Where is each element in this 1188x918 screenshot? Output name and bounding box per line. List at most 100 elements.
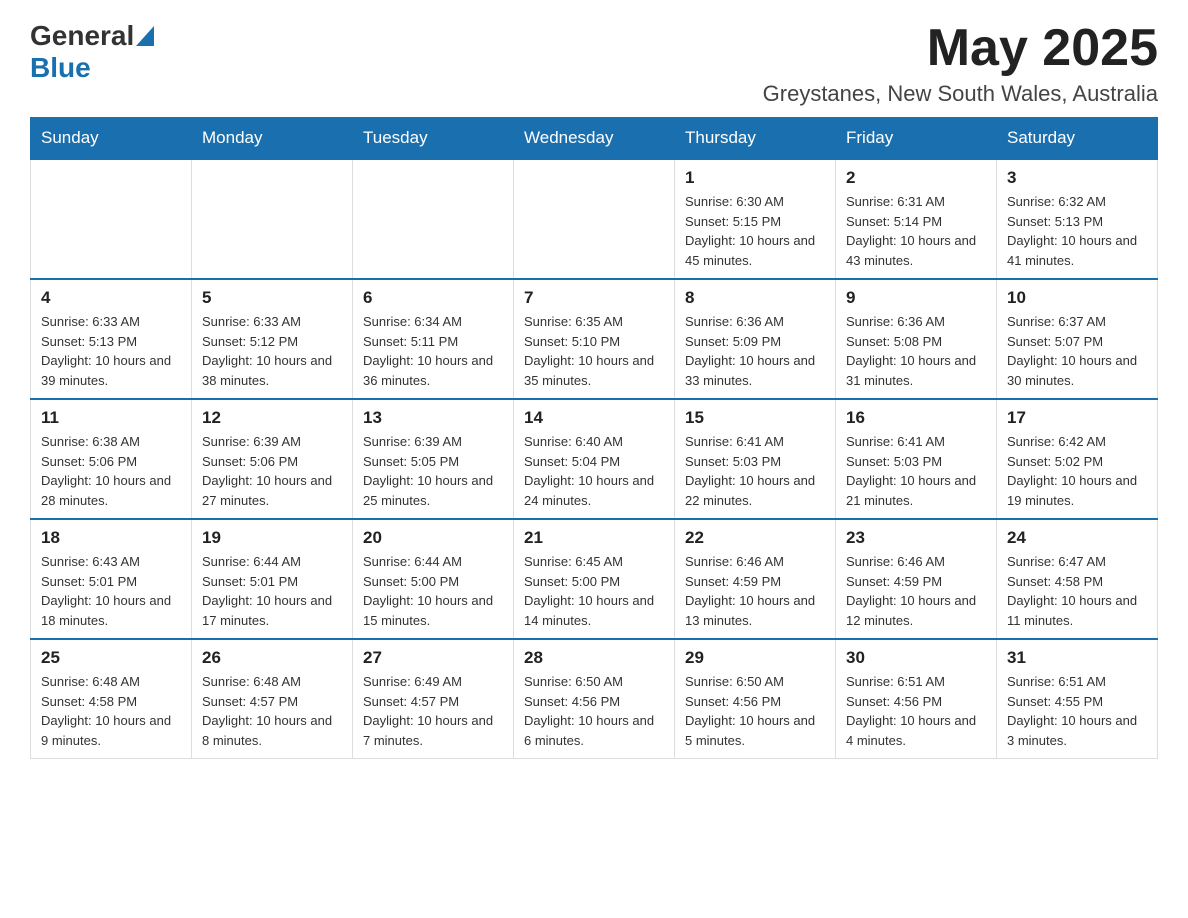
day-info: Sunrise: 6:39 AM Sunset: 5:05 PM Dayligh… [363, 432, 503, 510]
table-row: 21 Sunrise: 6:45 AM Sunset: 5:00 PM Dayli… [514, 519, 675, 639]
day-number: 4 [41, 288, 181, 308]
day-number: 3 [1007, 168, 1147, 188]
day-info: Sunrise: 6:40 AM Sunset: 5:04 PM Dayligh… [524, 432, 664, 510]
day-info: Sunrise: 6:48 AM Sunset: 4:57 PM Dayligh… [202, 672, 342, 750]
logo-triangle-icon [136, 26, 154, 46]
table-row: 3Sunrise: 6:32 AM Sunset: 5:13 PM Daylig… [997, 159, 1158, 279]
day-number: 23 [846, 528, 986, 548]
day-info: Sunrise: 6:49 AM Sunset: 4:57 PM Dayligh… [363, 672, 503, 750]
table-row: 17Sunrise: 6:42 AM Sunset: 5:02 PM Dayli… [997, 399, 1158, 519]
header-tuesday: Tuesday [353, 118, 514, 160]
day-info: Sunrise: 6:45 AM Sunset: 5:00 PM Dayligh… [524, 552, 664, 630]
table-row: 24Sunrise: 6:47 AM Sunset: 4:58 PM Dayli… [997, 519, 1158, 639]
header-sunday: Sunday [31, 118, 192, 160]
day-number: 16 [846, 408, 986, 428]
day-info: Sunrise: 6:39 AM Sunset: 5:06 PM Dayligh… [202, 432, 342, 510]
day-number: 12 [202, 408, 342, 428]
day-number: 6 [363, 288, 503, 308]
calendar-week-row: 18 Sunrise: 6:43 AM Sunset: 5:01 PM Dayli… [31, 519, 1158, 639]
day-info: Sunrise: 6:30 AM Sunset: 5:15 PM Dayligh… [685, 192, 825, 270]
table-row: 9 Sunrise: 6:36 AM Sunset: 5:08 PM Daylig… [836, 279, 997, 399]
day-number: 29 [685, 648, 825, 668]
month-year-title: May 2025 [763, 20, 1158, 77]
day-info: Sunrise: 6:38 AM Sunset: 5:06 PM Dayligh… [41, 432, 181, 510]
day-info: Sunrise: 6:47 AM Sunset: 4:58 PM Dayligh… [1007, 552, 1147, 630]
day-info: Sunrise: 6:37 AM Sunset: 5:07 PM Dayligh… [1007, 312, 1147, 390]
table-row: 1 Sunrise: 6:30 AM Sunset: 5:15 PM Daylig… [675, 159, 836, 279]
day-number: 28 [524, 648, 664, 668]
table-row: 22Sunrise: 6:46 AM Sunset: 4:59 PM Dayli… [675, 519, 836, 639]
day-info: Sunrise: 6:33 AM Sunset: 5:13 PM Dayligh… [41, 312, 181, 390]
day-number: 31 [1007, 648, 1147, 668]
table-row: 23Sunrise: 6:46 AM Sunset: 4:59 PM Dayli… [836, 519, 997, 639]
table-row: 25 Sunrise: 6:48 AM Sunset: 4:58 PM Dayli… [31, 639, 192, 759]
location-subtitle: Greystanes, New South Wales, Australia [763, 81, 1158, 107]
table-row: 28 Sunrise: 6:50 AM Sunset: 4:56 PM Dayli… [514, 639, 675, 759]
calendar-week-row: 25 Sunrise: 6:48 AM Sunset: 4:58 PM Dayli… [31, 639, 1158, 759]
day-number: 9 [846, 288, 986, 308]
day-number: 7 [524, 288, 664, 308]
day-info: Sunrise: 6:46 AM Sunset: 4:59 PM Dayligh… [685, 552, 825, 630]
logo-general: General [30, 20, 134, 52]
table-row [353, 159, 514, 279]
calendar-week-row: 1 Sunrise: 6:30 AM Sunset: 5:15 PM Daylig… [31, 159, 1158, 279]
day-info: Sunrise: 6:41 AM Sunset: 5:03 PM Dayligh… [846, 432, 986, 510]
table-row: 7 Sunrise: 6:35 AM Sunset: 5:10 PM Daylig… [514, 279, 675, 399]
table-row [192, 159, 353, 279]
day-info: Sunrise: 6:43 AM Sunset: 5:01 PM Dayligh… [41, 552, 181, 630]
day-info: Sunrise: 6:34 AM Sunset: 5:11 PM Dayligh… [363, 312, 503, 390]
day-info: Sunrise: 6:33 AM Sunset: 5:12 PM Dayligh… [202, 312, 342, 390]
day-number: 18 [41, 528, 181, 548]
table-row: 14 Sunrise: 6:40 AM Sunset: 5:04 PM Dayli… [514, 399, 675, 519]
day-number: 25 [41, 648, 181, 668]
title-block: May 2025 Greystanes, New South Wales, Au… [763, 20, 1158, 107]
table-row: 19Sunrise: 6:44 AM Sunset: 5:01 PM Dayli… [192, 519, 353, 639]
day-info: Sunrise: 6:51 AM Sunset: 4:55 PM Dayligh… [1007, 672, 1147, 750]
day-number: 21 [524, 528, 664, 548]
table-row: 31 Sunrise: 6:51 AM Sunset: 4:55 PM Dayli… [997, 639, 1158, 759]
day-number: 1 [685, 168, 825, 188]
day-number: 27 [363, 648, 503, 668]
table-row [514, 159, 675, 279]
calendar-header-row: Sunday Monday Tuesday Wednesday Thursday… [31, 118, 1158, 160]
header-monday: Monday [192, 118, 353, 160]
header-wednesday: Wednesday [514, 118, 675, 160]
table-row: 30 Sunrise: 6:51 AM Sunset: 4:56 PM Dayli… [836, 639, 997, 759]
day-number: 10 [1007, 288, 1147, 308]
table-row: 27 Sunrise: 6:49 AM Sunset: 4:57 PM Dayli… [353, 639, 514, 759]
day-info: Sunrise: 6:31 AM Sunset: 5:14 PM Dayligh… [846, 192, 986, 270]
table-row: 15 Sunrise: 6:41 AM Sunset: 5:03 PM Dayli… [675, 399, 836, 519]
day-number: 2 [846, 168, 986, 188]
day-number: 5 [202, 288, 342, 308]
table-row: 8 Sunrise: 6:36 AM Sunset: 5:09 PM Daylig… [675, 279, 836, 399]
page-header: General Blue May 2025 Greystanes, New So… [30, 20, 1158, 107]
day-number: 30 [846, 648, 986, 668]
day-info: Sunrise: 6:35 AM Sunset: 5:10 PM Dayligh… [524, 312, 664, 390]
day-info: Sunrise: 6:42 AM Sunset: 5:02 PM Dayligh… [1007, 432, 1147, 510]
day-number: 8 [685, 288, 825, 308]
header-friday: Friday [836, 118, 997, 160]
logo-blue: Blue [30, 52, 91, 83]
header-thursday: Thursday [675, 118, 836, 160]
day-info: Sunrise: 6:50 AM Sunset: 4:56 PM Dayligh… [524, 672, 664, 750]
table-row: 29Sunrise: 6:50 AM Sunset: 4:56 PM Dayli… [675, 639, 836, 759]
table-row: 16 Sunrise: 6:41 AM Sunset: 5:03 PM Dayli… [836, 399, 997, 519]
table-row: 13Sunrise: 6:39 AM Sunset: 5:05 PM Dayli… [353, 399, 514, 519]
day-info: Sunrise: 6:36 AM Sunset: 5:09 PM Dayligh… [685, 312, 825, 390]
table-row: 4 Sunrise: 6:33 AM Sunset: 5:13 PM Daylig… [31, 279, 192, 399]
table-row: 20 Sunrise: 6:44 AM Sunset: 5:00 PM Dayli… [353, 519, 514, 639]
day-number: 14 [524, 408, 664, 428]
day-info: Sunrise: 6:48 AM Sunset: 4:58 PM Dayligh… [41, 672, 181, 750]
day-number: 20 [363, 528, 503, 548]
table-row: 11Sunrise: 6:38 AM Sunset: 5:06 PM Dayli… [31, 399, 192, 519]
day-info: Sunrise: 6:51 AM Sunset: 4:56 PM Dayligh… [846, 672, 986, 750]
table-row [31, 159, 192, 279]
day-info: Sunrise: 6:36 AM Sunset: 5:08 PM Dayligh… [846, 312, 986, 390]
table-row: 18 Sunrise: 6:43 AM Sunset: 5:01 PM Dayli… [31, 519, 192, 639]
calendar-table: Sunday Monday Tuesday Wednesday Thursday… [30, 117, 1158, 759]
day-number: 15 [685, 408, 825, 428]
table-row: 2 Sunrise: 6:31 AM Sunset: 5:14 PM Daylig… [836, 159, 997, 279]
table-row: 5 Sunrise: 6:33 AM Sunset: 5:12 PM Daylig… [192, 279, 353, 399]
day-info: Sunrise: 6:44 AM Sunset: 5:00 PM Dayligh… [363, 552, 503, 630]
day-info: Sunrise: 6:41 AM Sunset: 5:03 PM Dayligh… [685, 432, 825, 510]
